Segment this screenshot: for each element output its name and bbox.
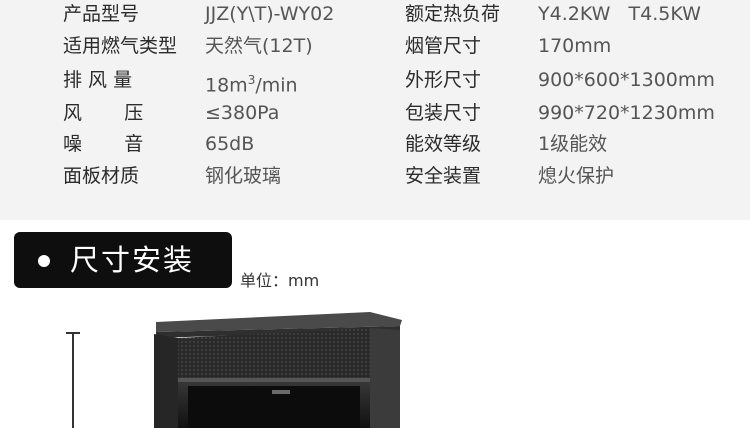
spec-label: 面板材质 <box>63 165 140 187</box>
spec-value: 天然气(12T) <box>205 35 313 57</box>
spec-label: 产品型号 <box>63 3 140 25</box>
spec-row: 排 风 量 18m3/min 外形尺寸 900*600*1300mm <box>0 66 750 96</box>
spec-label: 适用燃气类型 <box>63 35 178 57</box>
spec-value: 990*720*1230mm <box>538 102 715 124</box>
section-header-pill: 尺寸安装 <box>14 232 232 288</box>
spec-value: 1级能效 <box>538 133 608 155</box>
spec-value: 18m3/min <box>205 66 298 99</box>
bullet-dot-icon <box>38 255 50 267</box>
spec-row: 面板材质 钢化玻璃 安全装置 熄火保护 <box>0 162 750 190</box>
spec-label: 烟管尺寸 <box>405 35 482 57</box>
spec-value: 钢化玻璃 <box>205 165 282 187</box>
spec-table: 产品型号 JJZ(Y\T)-WY02 额定热负荷 Y4.2KW T4.5KW 适… <box>0 0 750 220</box>
spec-row: 风 压 ≤380Pa 包装尺寸 990*720*1230mm <box>0 99 750 127</box>
spec-row: 适用燃气类型 天然气(12T) 烟管尺寸 170mm <box>0 32 750 60</box>
spec-value: 900*600*1300mm <box>538 69 715 91</box>
spec-label: 能效等级 <box>405 133 482 155</box>
spec-value: 170mm <box>538 35 612 57</box>
spec-value: 熄火保护 <box>538 165 615 187</box>
spec-value: ≤380Pa <box>205 102 280 124</box>
spec-value: 65dB <box>205 133 255 155</box>
spec-value: JJZ(Y\T)-WY02 <box>205 3 335 25</box>
spec-row: 噪 音 65dB 能效等级 1级能效 <box>0 130 750 158</box>
spec-label: 风 压 <box>63 102 144 124</box>
size-install-section: 尺寸安装 单位：mm <box>0 220 750 428</box>
dimension-line <box>72 332 74 428</box>
spec-label: 额定热负荷 <box>405 3 501 25</box>
spec-label: 包装尺寸 <box>405 102 482 124</box>
spec-value: Y4.2KW T4.5KW <box>538 3 701 25</box>
spec-value-suffix: /min <box>255 74 298 97</box>
section-title: 尺寸安装 <box>70 243 195 277</box>
range-hood-illustration <box>154 312 402 428</box>
spec-row: 产品型号 JJZ(Y\T)-WY02 额定热负荷 Y4.2KW T4.5KW <box>0 0 750 28</box>
spec-label: 噪 音 <box>63 133 144 155</box>
spec-value-base: 18m <box>205 74 248 97</box>
unit-note: 单位：mm <box>240 271 320 290</box>
spec-label: 排 风 量 <box>63 69 133 91</box>
spec-label: 外形尺寸 <box>405 69 482 91</box>
spec-label: 安全装置 <box>405 165 482 187</box>
